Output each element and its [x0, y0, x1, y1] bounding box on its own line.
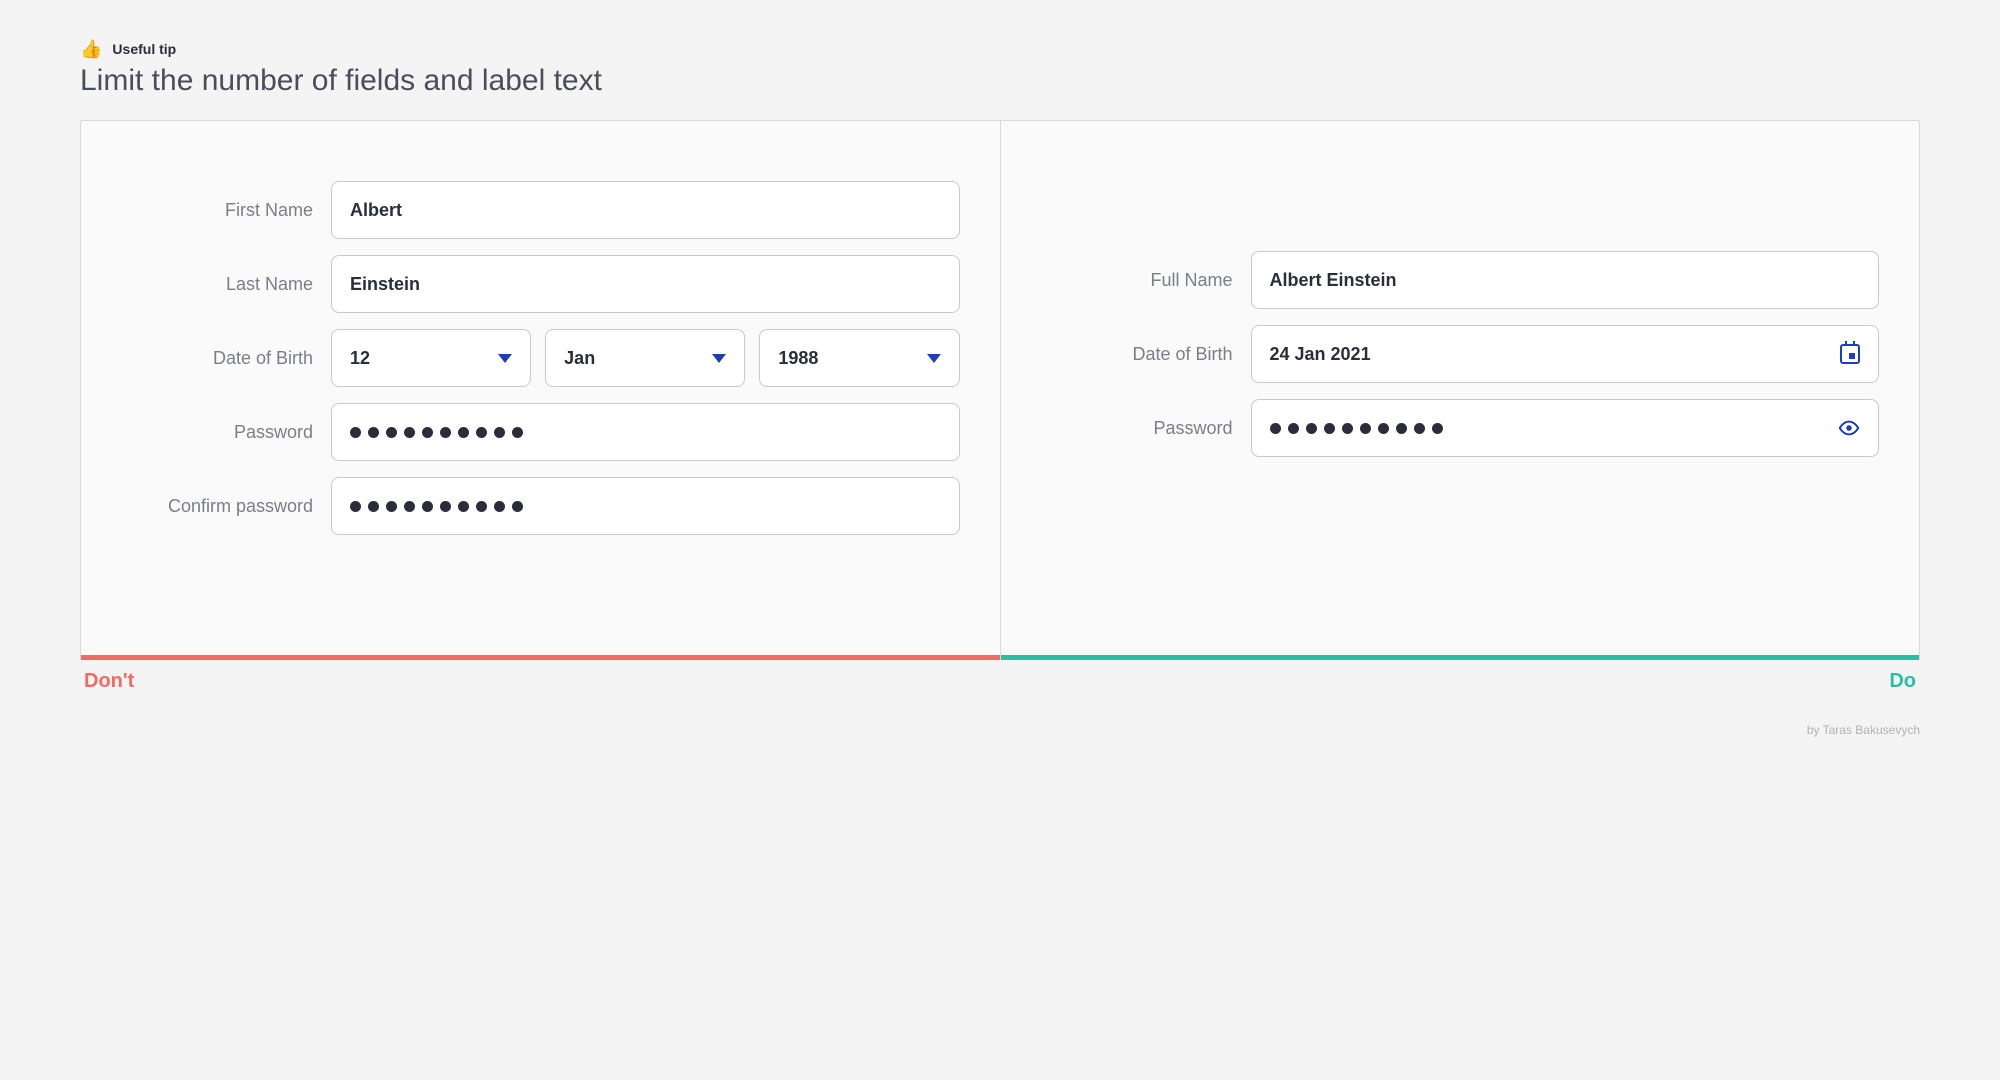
tip-row: 👍 Useful tip [80, 40, 1920, 58]
confirm-password-label: Confirm password [121, 496, 331, 517]
password-input[interactable] [331, 403, 960, 461]
password-do-mask [1270, 423, 1443, 434]
row-last-name: Last Name Einstein [121, 255, 960, 313]
first-name-value: Albert [350, 200, 402, 221]
last-name-input[interactable]: Einstein [331, 255, 960, 313]
do-panel: Full Name Albert Einstein Date of Birth … [1001, 121, 1920, 659]
full-name-label: Full Name [1041, 270, 1251, 291]
calendar-icon[interactable] [1840, 344, 1860, 364]
dob-day-value: 12 [350, 348, 370, 369]
chevron-down-icon [927, 354, 941, 363]
password-do-label: Password [1041, 418, 1251, 439]
last-name-label: Last Name [121, 274, 331, 295]
dob-label: Date of Birth [121, 348, 331, 369]
dob-date-value: 24 Jan 2021 [1270, 344, 1371, 365]
dont-accent-bar [81, 655, 1000, 660]
dob-day-select[interactable]: 12 [331, 329, 531, 387]
password-mask [350, 427, 523, 438]
first-name-input[interactable]: Albert [331, 181, 960, 239]
dob-do-label: Date of Birth [1041, 344, 1251, 365]
full-name-input[interactable]: Albert Einstein [1251, 251, 1880, 309]
row-full-name: Full Name Albert Einstein [1041, 251, 1880, 309]
dob-month-select[interactable]: Jan [545, 329, 745, 387]
caption-do: Do [1889, 670, 1916, 693]
confirm-password-mask [350, 501, 523, 512]
first-name-label: First Name [121, 200, 331, 221]
last-name-value: Einstein [350, 274, 420, 295]
row-dob-do: Date of Birth 24 Jan 2021 [1041, 325, 1880, 383]
password-do-input[interactable] [1251, 399, 1880, 457]
dob-year-select[interactable]: 1988 [759, 329, 959, 387]
chevron-down-icon [498, 354, 512, 363]
page-title: Limit the number of fields and label tex… [80, 64, 1920, 98]
dob-year-value: 1988 [778, 348, 818, 369]
row-dob: Date of Birth 12 Jan 1988 [121, 329, 960, 387]
caption-dont: Don't [84, 670, 134, 693]
row-first-name: First Name Albert [121, 181, 960, 239]
caption-row: Don't Do [80, 660, 1920, 693]
do-accent-bar [1001, 655, 1920, 660]
credit-line: by Taras Bakusevych [80, 723, 1920, 737]
row-confirm-password: Confirm password [121, 477, 960, 535]
row-password: Password [121, 403, 960, 461]
thumbs-up-icon: 👍 [80, 40, 102, 58]
row-password-do: Password [1041, 399, 1880, 457]
dob-date-input[interactable]: 24 Jan 2021 [1251, 325, 1880, 383]
eye-icon[interactable] [1838, 417, 1860, 439]
confirm-password-input[interactable] [331, 477, 960, 535]
comparison-container: First Name Albert Last Name Einstein Dat… [80, 120, 1920, 660]
full-name-value: Albert Einstein [1270, 270, 1397, 291]
dob-month-value: Jan [564, 348, 595, 369]
dont-panel: First Name Albert Last Name Einstein Dat… [81, 121, 1001, 659]
tip-label: Useful tip [112, 41, 176, 57]
chevron-down-icon [712, 354, 726, 363]
password-label: Password [121, 422, 331, 443]
